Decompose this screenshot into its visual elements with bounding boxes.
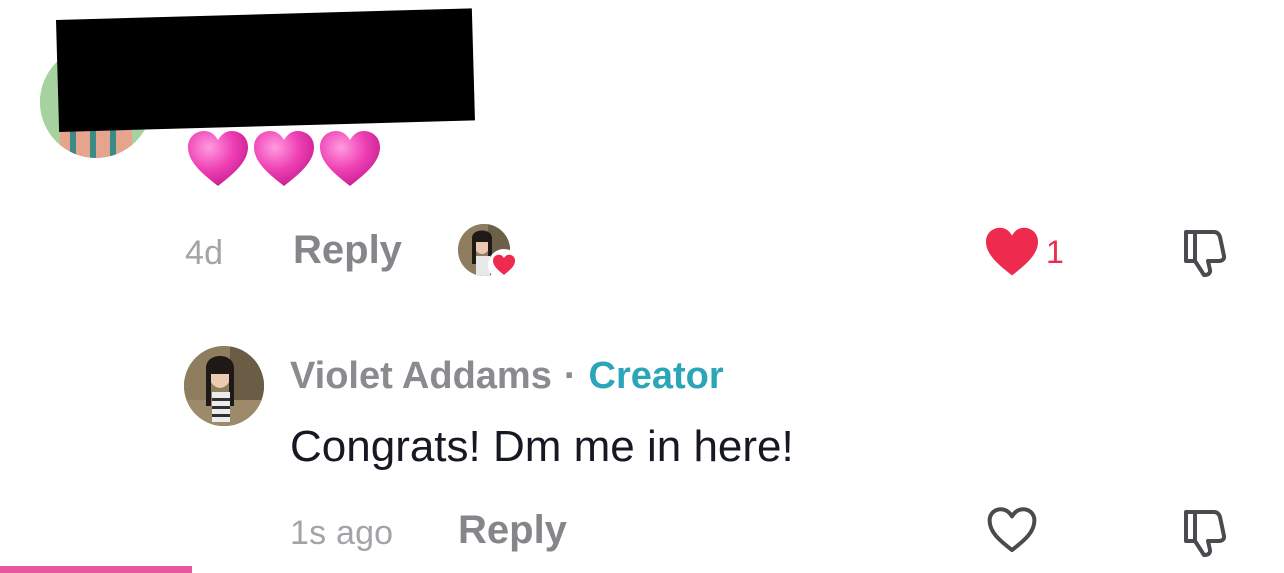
- reply-timestamp: 1s ago: [290, 514, 394, 552]
- comment-timestamp: 4d: [185, 234, 224, 272]
- bottom-pink-bar: [0, 566, 192, 573]
- heart-outline-icon[interactable]: [986, 506, 1038, 554]
- author-separator: ·: [563, 355, 577, 397]
- liked-by-creator-indicator: [458, 224, 526, 281]
- pink-heart-emoji: [188, 131, 248, 186]
- thumbs-down-icon[interactable]: [1180, 506, 1230, 558]
- reply-comment-text: Congrats! Dm me in here!: [290, 422, 794, 471]
- reply-button[interactable]: Reply: [458, 508, 567, 553]
- like-button[interactable]: [986, 506, 1038, 559]
- like-control[interactable]: 1: [984, 226, 1064, 278]
- comment-body-emoji: [186, 128, 382, 192]
- dislike-button[interactable]: [1180, 506, 1230, 563]
- creator-badge: Creator: [588, 355, 724, 397]
- creator-heart-icon: [488, 249, 520, 281]
- redaction-box: [56, 8, 475, 132]
- pink-heart-emoji: [254, 131, 314, 186]
- creator-avatar[interactable]: [184, 346, 264, 426]
- reply-button[interactable]: Reply: [293, 228, 402, 273]
- heart-filled-icon[interactable]: [984, 226, 1040, 278]
- dislike-button[interactable]: [1180, 226, 1230, 283]
- reply-author-line: Violet Addams · Creator: [290, 352, 724, 400]
- avatar-photo: [184, 346, 264, 426]
- author-name[interactable]: Violet Addams: [290, 352, 552, 400]
- pink-heart-emoji: [320, 131, 380, 186]
- like-count: 1: [1046, 233, 1064, 270]
- thumbs-down-icon[interactable]: [1180, 226, 1230, 278]
